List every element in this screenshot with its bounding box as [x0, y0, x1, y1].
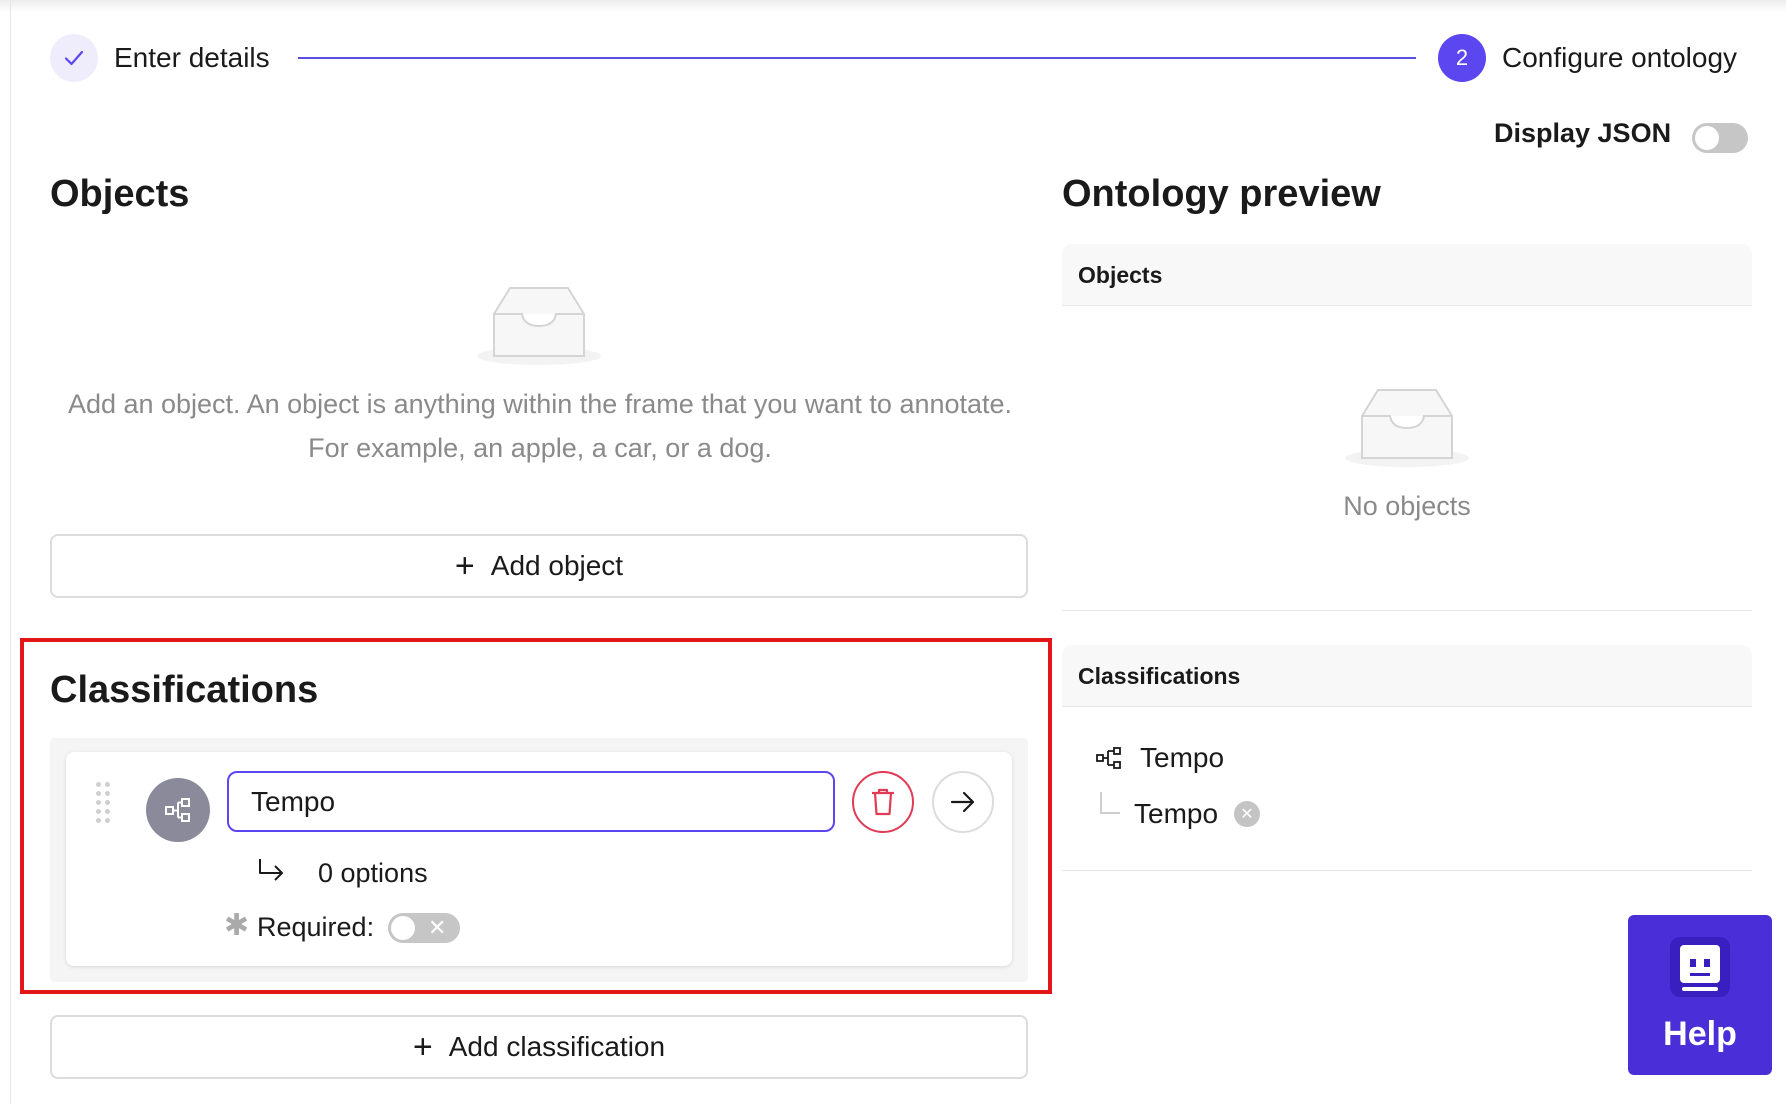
- preview-classification-item[interactable]: Tempo: [1140, 742, 1224, 774]
- preview-objects-header: Objects: [1062, 244, 1752, 306]
- options-count[interactable]: 0 options: [318, 858, 428, 889]
- preview-objects-empty: No objects: [1343, 491, 1471, 521]
- radio-tree-icon[interactable]: [146, 778, 210, 842]
- preview-divider: [1062, 870, 1752, 871]
- trash-icon: [872, 788, 894, 816]
- step-1-label[interactable]: Enter details: [114, 42, 270, 74]
- required-toggle[interactable]: ✕: [388, 913, 460, 943]
- empty-inbox-icon: [1344, 386, 1470, 473]
- objects-empty-text: Add an object. An object is anything wit…: [67, 389, 1013, 463]
- asterisk-icon: ✱: [224, 909, 250, 942]
- radio-tree-icon: [1096, 746, 1124, 775]
- step-connector: [298, 57, 1416, 59]
- plus-icon: +: [454, 547, 475, 585]
- add-classification-label: Add classification: [448, 1031, 666, 1062]
- ontology-preview-heading: Ontology preview: [1062, 173, 1381, 215]
- display-json-toggle[interactable]: [1692, 123, 1748, 153]
- add-object-button[interactable]: + Add object: [50, 534, 1028, 598]
- open-classification-button[interactable]: [932, 771, 994, 833]
- close-icon: ✕: [1234, 801, 1260, 827]
- toggle-knob: [1695, 126, 1719, 150]
- required-label: Required:: [257, 912, 375, 942]
- step-complete-check-icon[interactable]: [50, 34, 98, 82]
- preview-option-item[interactable]: Tempo: [1134, 798, 1218, 830]
- classification-name-input[interactable]: [227, 771, 835, 832]
- plus-icon: +: [412, 1028, 433, 1066]
- return-arrow-icon: [256, 857, 286, 890]
- add-object-label: Add object: [490, 550, 624, 581]
- empty-inbox-icon: [476, 284, 602, 371]
- ontology-editor-page: Enter details 2 Configure ontology Displ…: [0, 0, 1786, 1104]
- top-edge: [0, 0, 1786, 12]
- delete-classification-button[interactable]: [852, 771, 914, 833]
- display-json-label: Display JSON: [1494, 118, 1672, 148]
- left-divider: [10, 0, 11, 1104]
- objects-heading: Objects: [50, 173, 190, 215]
- drag-handle-icon[interactable]: [96, 782, 114, 824]
- preview-divider: [1062, 610, 1752, 611]
- close-icon: ✕: [428, 915, 447, 940]
- add-classification-button[interactable]: + Add classification: [50, 1015, 1028, 1079]
- help-button[interactable]: Help: [1628, 915, 1772, 1075]
- chat-bot-icon: [1670, 937, 1730, 997]
- arrow-right-icon: [950, 791, 975, 813]
- tree-connector: [1100, 792, 1120, 814]
- help-label: Help: [1663, 1015, 1737, 1053]
- classifications-heading: Classifications: [50, 669, 319, 711]
- preview-classifications-header: Classifications: [1062, 645, 1752, 707]
- step-2-number: 2: [1438, 34, 1486, 82]
- step-2-label: Configure ontology: [1502, 42, 1738, 73]
- toggle-knob: [391, 916, 415, 940]
